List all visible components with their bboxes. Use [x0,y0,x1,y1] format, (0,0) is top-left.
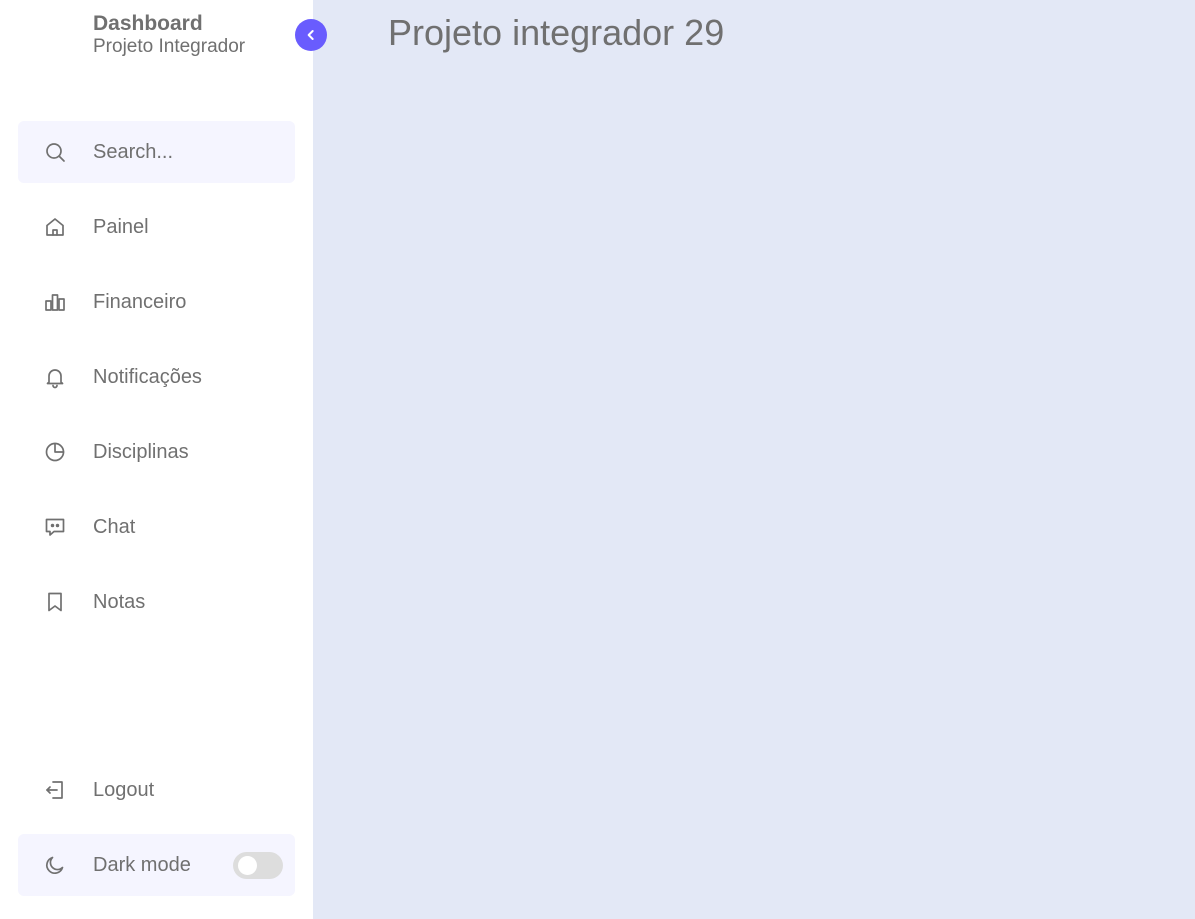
dark-mode-label: Dark mode [93,854,191,876]
sidebar-item-label: Disciplinas [93,441,189,463]
bell-icon [43,365,67,389]
sidebar-item-label: Financeiro [93,291,187,313]
sidebar-item-notificacoes[interactable]: Notificações [18,346,295,408]
sidebar-item-notas[interactable]: Notas [18,571,295,633]
page-title: Projeto integrador 29 [388,12,725,53]
sidebar-item-painel[interactable]: Painel [18,196,295,258]
sidebar-item-label: Chat [93,516,136,538]
brand-title: Dashboard [93,12,203,35]
sidebar-item-label: Notas [93,591,146,613]
sidebar-item-disciplinas[interactable]: Disciplinas [18,421,295,483]
logout-button[interactable]: Logout [18,759,295,821]
bar-chart-icon [43,290,67,314]
logout-label: Logout [93,779,155,801]
chevron-left-icon [303,27,319,43]
sidebar-item-label: Painel [93,216,149,238]
bookmark-icon [43,590,67,614]
home-icon [43,215,67,239]
toggle-knob [238,856,257,875]
sidebar-item-chat[interactable]: Chat [18,496,295,558]
dark-mode-toggle[interactable] [233,852,283,879]
search-input[interactable] [93,137,283,167]
sidebar: Dashboard Projeto Integrador Painel Fina… [0,0,313,919]
chat-icon [43,515,67,539]
dark-mode-row: Dark mode [18,834,295,896]
brand: Dashboard Projeto Integrador [93,12,245,58]
logout-icon [43,778,67,802]
search-box[interactable] [18,121,295,183]
pie-chart-icon [43,440,67,464]
sidebar-collapse-button[interactable] [295,19,327,51]
sidebar-item-financeiro[interactable]: Financeiro [18,271,295,333]
brand-subtitle: Projeto Integrador [93,36,246,57]
moon-icon [43,853,67,877]
search-icon [43,140,67,164]
sidebar-item-label: Notificações [93,366,202,388]
